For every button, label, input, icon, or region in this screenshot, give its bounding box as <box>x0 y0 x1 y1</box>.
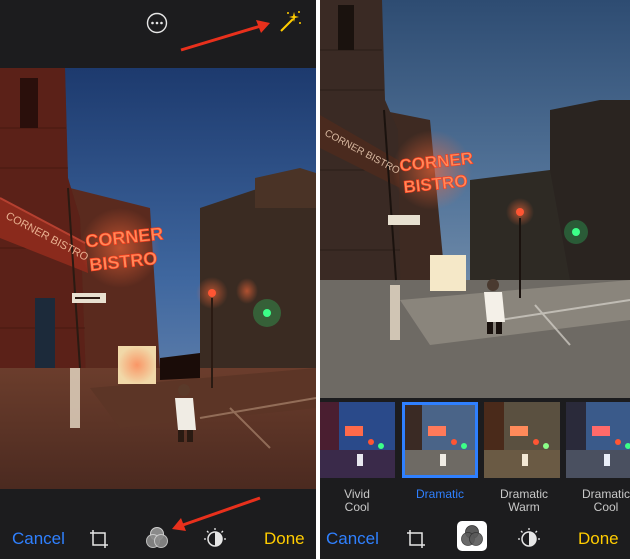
filters-icon <box>146 527 168 548</box>
crop-button[interactable] <box>88 528 110 550</box>
photo-preview: CORNER BISTRO CORNER BISTRO <box>0 68 316 489</box>
annotation-arrow-to-filters <box>172 496 261 531</box>
done-button[interactable]: Done <box>578 529 619 549</box>
filters-icon <box>461 525 483 546</box>
adjust-button[interactable] <box>517 527 541 551</box>
filter-name-line2: Warm <box>508 500 540 514</box>
more-options-button[interactable] <box>146 12 168 34</box>
done-button[interactable]: Done <box>264 529 305 549</box>
cancel-button[interactable]: Cancel <box>12 529 65 549</box>
auto-enhance-button[interactable] <box>276 9 302 35</box>
photo-preview-dramatic: CORNER BISTRO CORNER BISTRO <box>320 0 630 398</box>
left-bottom-toolbar: Cancel Done <box>0 519 316 559</box>
filter-label-vivid-cool: Vivid Cool <box>320 488 397 514</box>
filter-thumb-vivid-cool[interactable] <box>320 402 395 478</box>
filter-label-dramatic-warm: Dramatic Warm <box>484 488 564 514</box>
filter-preview-image <box>566 402 630 478</box>
filter-thumb-dramatic-cool[interactable] <box>566 402 630 478</box>
crop-rotate-icon <box>407 530 425 548</box>
right-bottom-toolbar: Cancel Done <box>320 519 630 559</box>
filters-button[interactable] <box>144 525 170 551</box>
street-scene-dramatic-image: CORNER BISTRO CORNER BISTRO <box>320 0 630 398</box>
cancel-button[interactable]: Cancel <box>326 529 379 549</box>
filter-label-dramatic-cool: Dramatic Cool <box>566 488 630 514</box>
filter-name-line1: Dramatic <box>415 487 464 501</box>
filter-preview-image <box>320 402 395 478</box>
filter-preview-image <box>402 402 478 478</box>
annotation-arrow-to-wand <box>180 20 270 52</box>
crop-rotate-icon <box>90 530 108 548</box>
filter-strip: Vivid Cool Dramatic Dramatic Warm Dramat… <box>320 402 630 514</box>
left-editor-panel: CORNER BISTRO CORNER BISTRO Cancel Done <box>0 0 316 559</box>
filter-preview-image <box>484 402 560 478</box>
filters-button-active[interactable] <box>457 521 487 551</box>
street-scene-image: CORNER BISTRO CORNER BISTRO <box>0 68 316 489</box>
right-editor-panel: CORNER BISTRO CORNER BISTRO Vivid Cool D… <box>320 0 630 559</box>
ellipsis-icon <box>146 12 168 34</box>
filter-name-line2: Cool <box>593 500 619 514</box>
adjust-dial-icon <box>518 528 540 547</box>
crop-button[interactable] <box>405 528 427 550</box>
magic-wand-icon <box>280 11 301 32</box>
filter-label-dramatic: Dramatic <box>400 488 480 501</box>
filter-thumb-dramatic-warm[interactable] <box>484 402 560 478</box>
filter-name-line2: Cool <box>344 500 370 514</box>
filter-thumb-dramatic[interactable] <box>402 402 478 478</box>
